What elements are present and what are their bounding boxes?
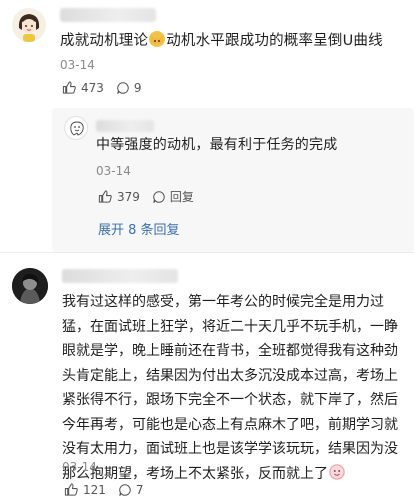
username-blurred[interactable] [62, 269, 178, 283]
username-blurred[interactable] [60, 8, 156, 22]
avatar[interactable] [12, 8, 46, 42]
comment-date: 03-14 [60, 58, 95, 72]
reply-button[interactable]: 回复 [152, 188, 194, 205]
reply-date: 03-14 [96, 164, 131, 178]
comment-actions: 473 9 [62, 80, 154, 95]
thumbs-up-icon [98, 190, 112, 203]
like-count: 473 [81, 80, 104, 95]
like-count: 121 [83, 482, 106, 497]
reply-label: 回复 [169, 190, 194, 204]
expand-replies-link[interactable]: 展开 8 条回复 [98, 219, 180, 238]
reply-actions: 379 回复 [98, 188, 206, 205]
reply-text: 中等强度的动机，最有利于任务的完成 [96, 137, 338, 153]
reply-username-blurred[interactable] [96, 120, 154, 132]
divider [0, 252, 414, 253]
like-button[interactable]: 473 [62, 80, 104, 95]
smiling-face-emoji [329, 463, 345, 480]
comment-text: 我有过这样的感受，第一年考公的时候完全是用力过 猛，在面试班上狂学，将近二十天几… [62, 290, 412, 486]
like-button[interactable]: 379 [98, 189, 140, 204]
comment-text-part2: 动机水平跟成功的概率呈倒U曲线 [166, 33, 383, 49]
text-line: 头肯定能上，结果因为付出太多沉没成本过高，考场上 [62, 367, 398, 384]
text-line: 猛，在面试班上狂学，将近二十天几乎不玩手机，一睁 [62, 318, 398, 335]
comment-text-part1: 成就动机理论 [60, 33, 149, 49]
comment-date: 03-14 [62, 460, 97, 474]
text-line: 我有过这样的感受，第一年考公的时候完全是用力过 [62, 294, 384, 310]
avatar[interactable] [12, 268, 48, 304]
reply-count: 7 [135, 482, 144, 497]
comment-actions: 121 7 [64, 482, 156, 497]
like-count: 379 [117, 189, 140, 204]
avatar[interactable] [64, 116, 88, 140]
comment-icon [153, 190, 165, 203]
text-line: 今年再考，可能也是心态上有点麻木了吧，前期学习就 [62, 416, 398, 433]
comment-text: 成就动机理论 动机水平跟成功的概率呈倒U曲线 [60, 29, 410, 53]
comment-button[interactable]: 9 [116, 81, 142, 95]
like-button[interactable]: 121 [64, 482, 106, 497]
comment-icon [117, 81, 129, 94]
thumbs-up-icon [62, 81, 76, 94]
text-line: 紧张得不行，跟场下完全不一个状态，就下岸了，然后 [62, 392, 398, 408]
text-line: 没有太用力，面试班上也是该学学该玩玩，结果因为没 [62, 441, 398, 457]
comment-icon [119, 483, 131, 496]
comment-button[interactable]: 7 [118, 483, 144, 497]
text-line: 眼就是学，晚上睡前还在背书，全班都觉得我有这种劲 [62, 343, 398, 359]
text-line: 那么抱期望，考场上不太紧张，反而就上了 [62, 465, 328, 482]
cat-face-emoji [149, 31, 166, 47]
thumbs-up-icon [64, 483, 78, 496]
reply-count: 9 [133, 80, 142, 95]
